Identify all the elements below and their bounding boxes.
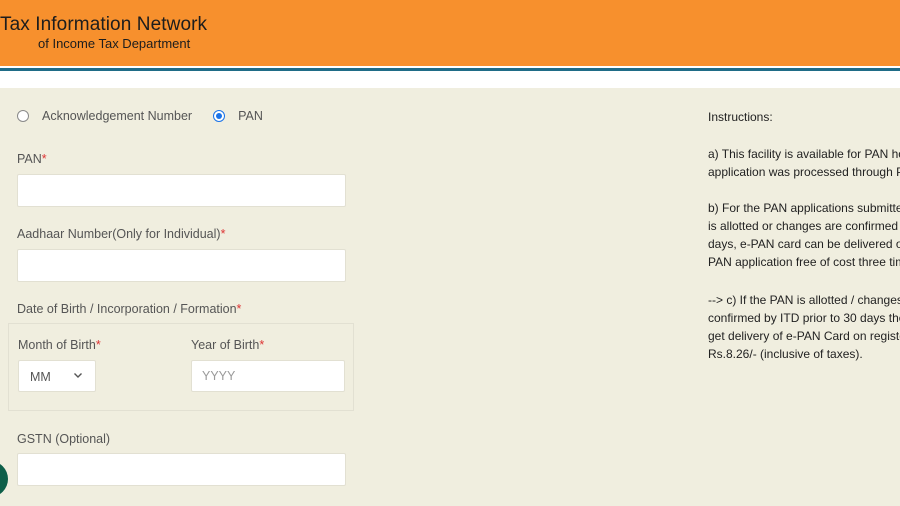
instruction-line: PAN application free of cost three tim (708, 255, 900, 269)
site-header: Tax Information Network of Income Tax De… (0, 0, 900, 66)
month-select-value: MM (30, 370, 51, 384)
required-mark: * (41, 152, 47, 166)
dob-label-text: Date of Birth / Incorporation / Formatio… (17, 302, 237, 316)
instruction-line: is allotted or changes are confirmed b (708, 219, 900, 233)
year-label: Year of Birth* (191, 338, 264, 352)
required-mark: * (220, 227, 226, 241)
radio-acknowledgement-number[interactable] (17, 110, 29, 122)
search-type-radio-group: Acknowledgement Number PAN (17, 108, 263, 124)
instruction-line: a) This facility is available for PAN ho (708, 147, 900, 161)
instruction-line: days, e-PAN card can be delivered o (708, 237, 900, 251)
radio-pan[interactable] (213, 110, 226, 122)
aadhaar-label: Aadhaar Number(Only for Individual)* (17, 227, 225, 241)
header-divider-light (0, 71, 900, 88)
radio-label-pan[interactable]: PAN (238, 109, 263, 123)
site-subtitle: of Income Tax Department (38, 36, 191, 51)
pan-label: PAN* (17, 152, 47, 166)
instruction-line: confirmed by ITD prior to 30 days the (708, 311, 900, 325)
floating-help-button[interactable] (0, 461, 8, 497)
pan-label-text: PAN (17, 152, 42, 166)
month-label-text: Month of Birth (18, 338, 96, 352)
instruction-line: --> c) If the PAN is allotted / changes (708, 293, 900, 307)
site-title: Tax Information Network (0, 14, 208, 35)
instructions-heading: Instructions: (708, 110, 773, 124)
instruction-a: a) This facility is available for PAN ho… (708, 145, 900, 181)
year-label-text: Year of Birth (191, 338, 260, 352)
gstn-label: GSTN (Optional) (17, 432, 111, 446)
instruction-b: b) For the PAN applications submitte is … (708, 199, 900, 271)
instruction-line: application was processed through P (708, 165, 900, 179)
aadhaar-input[interactable] (17, 249, 346, 282)
required-mark: * (95, 338, 101, 352)
gstn-input[interactable] (17, 453, 346, 486)
dob-label: Date of Birth / Incorporation / Formatio… (17, 302, 241, 316)
instruction-line: get delivery of e-PAN Card on registe (708, 329, 900, 343)
year-input[interactable] (191, 360, 345, 392)
instruction-line: b) For the PAN applications submitte (708, 201, 900, 215)
aadhaar-label-text: Aadhaar Number(Only for Individual) (17, 227, 221, 241)
radio-label-acknowledgement-number[interactable]: Acknowledgement Number (42, 109, 192, 123)
instruction-line: Rs.8.26/- (inclusive of taxes). (708, 347, 863, 361)
chevron-down-icon (74, 373, 82, 378)
month-select[interactable]: MM (18, 360, 96, 392)
required-mark: * (259, 338, 265, 352)
pan-input[interactable] (17, 174, 346, 207)
instruction-c: --> c) If the PAN is allotted / changes … (708, 291, 900, 363)
month-label: Month of Birth* (18, 338, 101, 352)
required-mark: * (236, 302, 242, 316)
